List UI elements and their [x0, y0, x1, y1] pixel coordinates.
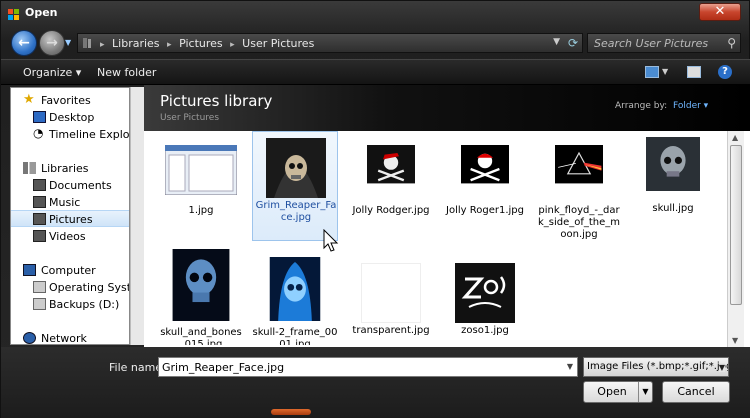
sidebar-item-music[interactable]: Music	[11, 194, 129, 211]
help-icon[interactable]: ?	[718, 65, 732, 79]
mouse-cursor-icon	[323, 229, 339, 252]
file-view: Pictures library User Pictures Arrange b…	[144, 85, 750, 347]
preview-pane-icon[interactable]	[687, 66, 701, 78]
file-tile[interactable]: skull_and_bones_015.jpg	[158, 247, 244, 347]
music-icon	[33, 196, 46, 208]
pictures-icon	[33, 213, 46, 225]
address-row: ← → ▼ ▸ Libraries ▸ Pictures ▸ User Pict…	[1, 27, 750, 59]
breadcrumb: ▸ Libraries ▸ Pictures ▸ User Pictures	[100, 37, 315, 50]
sidebar-item-operating-system[interactable]: Operating Syster	[11, 279, 129, 296]
computer-icon	[23, 264, 36, 276]
screenshot-thumbnail	[165, 145, 237, 195]
arrange-by-label: Arrange by:	[615, 101, 668, 111]
sidebar-item-libraries[interactable]: Libraries	[11, 160, 129, 177]
library-folder-icon	[83, 38, 91, 48]
drive-icon	[33, 281, 46, 293]
open-dialog: Open ✕ ← → ▼ ▸ Libraries ▸ Pictures ▸ Us…	[0, 0, 750, 418]
sidebar-item-desktop[interactable]: Desktop	[11, 109, 129, 126]
sidebar-item-timeline-explorer[interactable]: ◔ Timeline Explore	[11, 126, 129, 143]
file-name-dropdown-icon[interactable]: ▼	[567, 362, 573, 371]
app-icon	[8, 9, 19, 20]
refresh-icon[interactable]: ⟳	[568, 36, 578, 50]
sidebar-item-pictures[interactable]: Pictures	[11, 210, 129, 227]
sidebar-item-videos[interactable]: Videos	[11, 228, 129, 245]
file-tile[interactable]: pink_floyd_-_dark_side_of_the_moon.jpg	[536, 137, 622, 247]
file-name-input[interactable]	[159, 358, 559, 376]
open-button[interactable]: Open ▼	[583, 381, 653, 403]
taskbar-glow	[271, 409, 311, 415]
libraries-icon	[23, 162, 36, 174]
address-dropdown-icon[interactable]: ▼	[553, 37, 560, 47]
breadcrumb-user-pictures[interactable]: User Pictures	[242, 37, 314, 50]
file-name-combo[interactable]: ▼	[158, 357, 578, 377]
breadcrumb-libraries[interactable]: Libraries	[112, 37, 160, 50]
file-tile[interactable]: skull-2_frame_0001.jpg	[252, 247, 338, 347]
file-view-scrollbar[interactable]: ▲ ▼	[727, 131, 744, 347]
cancel-button[interactable]: Cancel	[662, 381, 730, 403]
sidebar-item-documents[interactable]: Documents	[11, 177, 129, 194]
forward-button[interactable]: →	[39, 30, 65, 56]
xray-skull-thumbnail	[172, 249, 230, 321]
breadcrumb-pictures[interactable]: Pictures	[179, 37, 223, 50]
zoso-thumbnail	[455, 263, 515, 323]
search-box[interactable]: Search User Pictures ⚲	[587, 33, 741, 53]
file-type-dropdown-icon[interactable]: ▼	[718, 363, 725, 372]
documents-icon	[33, 179, 46, 191]
arrange-by-dropdown[interactable]: Folder ▾	[673, 101, 708, 111]
view-options-dropdown-icon[interactable]: ▼	[662, 67, 668, 76]
file-tile[interactable]: transparent.jpg	[348, 257, 434, 347]
scroll-up-icon[interactable]: ▲	[732, 133, 738, 142]
open-options-dropdown-icon[interactable]: ▼	[638, 382, 652, 402]
prism-thumbnail	[555, 145, 603, 184]
fire-skull-thumbnail	[269, 257, 321, 321]
network-icon	[23, 332, 36, 344]
transparent-thumbnail	[361, 263, 421, 323]
desktop-icon	[33, 111, 46, 123]
sidebar-item-backups[interactable]: Backups (D:)	[11, 296, 129, 313]
timeline-icon: ◔	[33, 126, 44, 140]
sidebar-item-network[interactable]: Network	[11, 330, 129, 344]
drive-icon	[33, 298, 46, 310]
change-view-icon[interactable]	[645, 66, 659, 78]
file-tile-selected[interactable]: Grim_Reaper_Face.jpg	[252, 131, 338, 241]
window-title: Open	[25, 6, 58, 19]
videos-icon	[33, 230, 46, 242]
title-bar: Open ✕	[1, 1, 750, 27]
close-button[interactable]: ✕	[699, 3, 741, 21]
recent-pages-dropdown-icon[interactable]: ▼	[65, 38, 71, 47]
star-icon: ★	[23, 92, 35, 107]
back-button[interactable]: ←	[11, 30, 37, 56]
file-tile[interactable]: 1.jpg	[158, 137, 244, 247]
file-tile[interactable]: Jolly Roger1.jpg	[442, 137, 528, 247]
scrollbar-thumb[interactable]	[730, 145, 742, 305]
file-tile[interactable]: skull.jpg	[630, 129, 716, 239]
command-bar: Organize ▾ New folder ▼ ?	[1, 59, 750, 85]
grim-reaper-thumbnail	[266, 138, 326, 198]
jolly-roger-1-thumbnail	[461, 145, 509, 184]
address-bar[interactable]: ▸ Libraries ▸ Pictures ▸ User Pictures ▼…	[77, 33, 583, 53]
navigation-pane: ★ Favorites Desktop ◔ Timeline Explore L…	[10, 87, 130, 345]
library-title: Pictures library	[160, 92, 273, 110]
sidebar-item-computer[interactable]: Computer	[11, 262, 129, 279]
file-tile[interactable]: Jolly Rodger.jpg	[348, 137, 434, 247]
open-button-label: Open	[597, 385, 627, 398]
search-icon[interactable]: ⚲	[727, 36, 736, 50]
file-type-value: Image Files (*.bmp;*.gif;*.jpg	[587, 361, 729, 372]
library-subtitle: User Pictures	[160, 113, 220, 123]
file-name-panel: File name: ▼ Image Files (*.bmp;*.gif;*.…	[1, 347, 750, 418]
file-type-filter[interactable]: Image Files (*.bmp;*.gif;*.jpg ▼	[583, 357, 729, 377]
organize-menu[interactable]: Organize ▾	[23, 66, 81, 79]
file-tile[interactable]: zoso1.jpg	[442, 257, 528, 347]
scroll-down-icon[interactable]: ▼	[732, 336, 738, 345]
sidebar-item-favorites[interactable]: ★ Favorites	[11, 92, 129, 109]
search-placeholder: Search User Pictures	[594, 37, 709, 50]
navigation-pane-scrollbar[interactable]	[130, 87, 144, 345]
new-folder-button[interactable]: New folder	[97, 66, 156, 79]
jolly-roger-thumbnail	[367, 145, 415, 184]
library-header: Pictures library User Pictures Arrange b…	[144, 85, 750, 131]
skull-thumbnail	[646, 137, 700, 191]
